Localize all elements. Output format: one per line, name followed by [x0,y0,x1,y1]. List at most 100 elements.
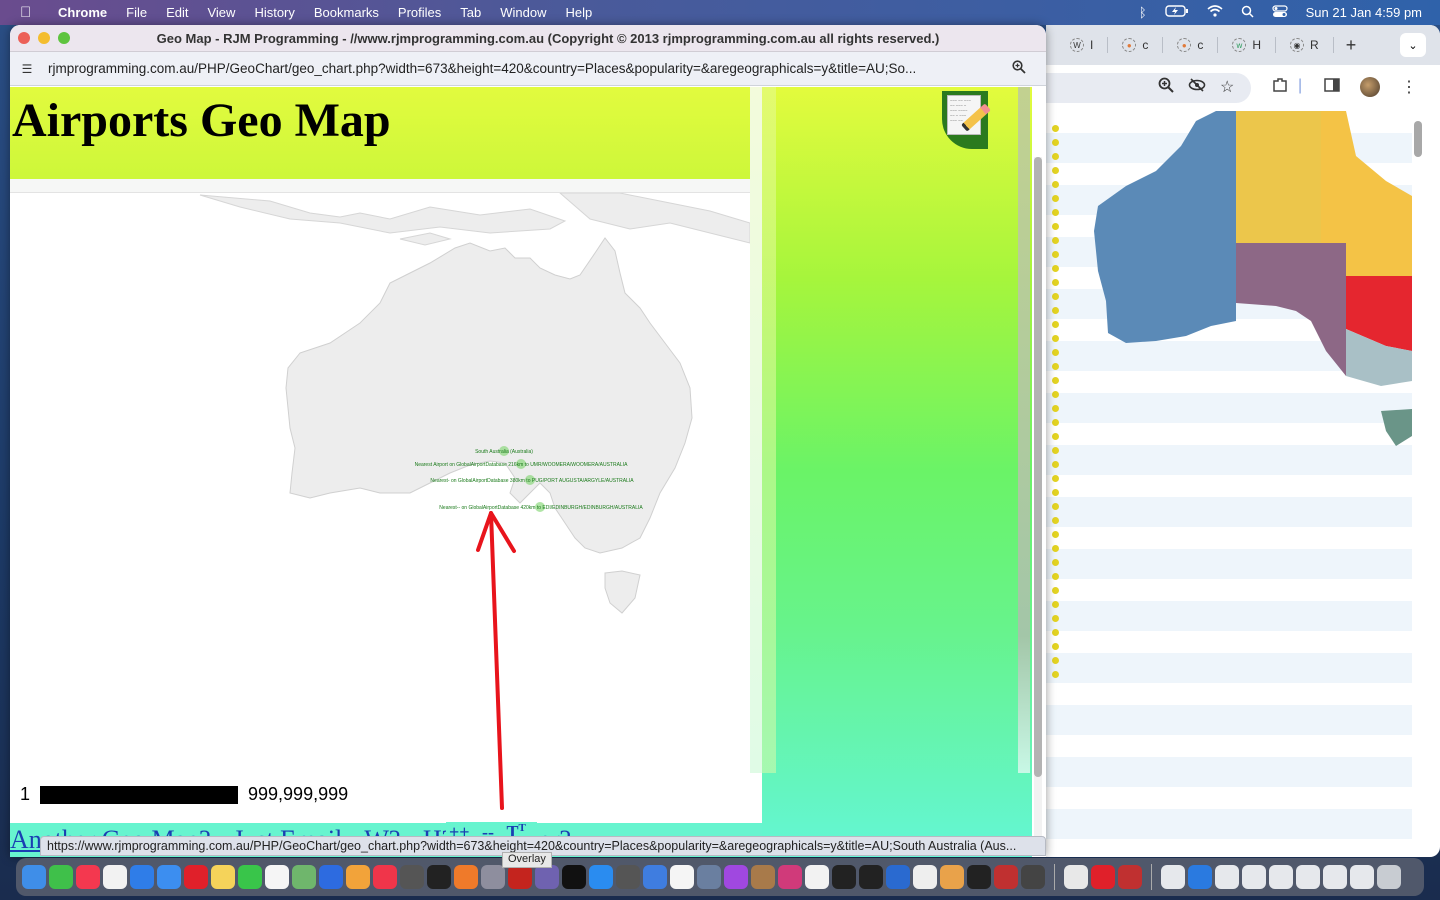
dock-app-script-editor[interactable] [1064,865,1088,889]
menu-file[interactable]: File [126,5,147,20]
extensions-icon[interactable] [1272,77,1288,98]
dock-app-window-6[interactable] [1350,865,1374,889]
dock-app-music[interactable] [76,865,100,889]
menu-edit[interactable]: Edit [166,5,188,20]
browser-tab[interactable]: wH [1218,37,1277,53]
more-menu-icon[interactable]: ⋮ [1401,77,1417,97]
dock-app-calculator[interactable] [616,865,640,889]
menu-help[interactable]: Help [566,5,593,20]
battery-charging-icon[interactable] [1164,5,1189,20]
dock-app-window-4[interactable] [1296,865,1320,889]
menu-window[interactable]: Window [500,5,546,20]
dock-app-console[interactable] [967,865,991,889]
dock-app-maps[interactable] [292,865,316,889]
geo-chart[interactable]: South Australia (Australia) Nearest Airp… [10,193,750,773]
browser-tab[interactable]: WI [1056,37,1109,53]
wifi-icon[interactable] [1207,5,1223,20]
side-panel-icon[interactable] [1324,77,1340,98]
bluetooth-icon[interactable]: ᛒ [1139,5,1147,20]
decorative-dot [1052,601,1059,608]
dock-app-messages[interactable] [49,865,73,889]
dock-app-chrome[interactable] [805,865,829,889]
dock-app-facetime[interactable] [238,865,262,889]
dock-app-cabri[interactable] [994,865,1018,889]
dock-app-xcode[interactable] [643,865,667,889]
dock-app-image-capture[interactable] [1161,865,1185,889]
dock-app-firefox[interactable] [454,865,478,889]
tab-label: c [1197,38,1204,52]
menu-history[interactable]: History [254,5,294,20]
menu-tab[interactable]: Tab [460,5,481,20]
window-titlebar[interactable]: Geo Map - RJM Programming - //www.rjmpro… [10,25,1046,52]
eye-off-icon[interactable] [1188,77,1206,98]
back-page-scrollbar[interactable] [1414,121,1422,157]
decorative-dot [1052,573,1059,580]
dock-app-news[interactable] [373,865,397,889]
tab-search-button[interactable]: ⌄ [1400,33,1426,57]
bookmark-star-icon[interactable]: ☆ [1220,77,1234,97]
inner-scrollbar[interactable] [1018,87,1030,773]
dock-app-trash[interactable] [1377,865,1401,889]
profile-avatar[interactable] [1360,77,1380,97]
dock-app-window-3[interactable] [1269,865,1293,889]
dock-app-bbedit[interactable] [535,865,559,889]
dock-app-pages[interactable] [913,865,937,889]
dock-app-gimp[interactable] [400,865,424,889]
landmass-tasmania [604,570,641,614]
dock-app-apple-tv[interactable] [562,865,586,889]
spotlight-search-icon[interactable] [1241,5,1254,21]
dock-app-terminal[interactable] [427,865,451,889]
dock-app-zoom[interactable] [319,865,343,889]
menu-chrome[interactable]: Chrome [58,5,107,20]
dock-app-opera-gx[interactable] [1091,865,1115,889]
decorative-dot [1052,587,1059,594]
browser-tab[interactable]: ● c [1163,37,1219,53]
dock-app-mail[interactable] [157,865,181,889]
dock-app-intellij-idea[interactable] [778,865,802,889]
dock-app-contacts[interactable] [751,865,775,889]
scrollbar-thumb[interactable] [1034,157,1042,777]
dock-app-paint[interactable] [940,865,964,889]
dock-app-window-1[interactable] [1215,865,1239,889]
dock-app-calendar[interactable] [670,865,694,889]
menu-view[interactable]: View [207,5,235,20]
new-tab-button[interactable]: + [1346,35,1357,56]
site-settings-icon[interactable]: ☰ [18,60,36,78]
tab-label: H [1252,38,1262,52]
dock-app-preview[interactable] [697,865,721,889]
page-scrollbar[interactable] [1034,157,1042,847]
dock-app-reminders[interactable] [103,865,127,889]
dock-app-window-5[interactable] [1323,865,1347,889]
dock-app-textedit[interactable] [265,865,289,889]
background-browser-window[interactable]: WI ● c ● c wH ◉ R + ⌄ ☆ | ⋮ [1046,25,1440,857]
dock-app-podcasts[interactable] [724,865,748,889]
zoom-icon[interactable] [1012,60,1032,77]
dock-app-quicktime[interactable] [886,865,910,889]
control-center-icon[interactable] [1272,4,1288,21]
browser-tab[interactable]: ◉ R [1276,37,1334,53]
menu-bookmarks[interactable]: Bookmarks [314,5,379,20]
menu-profiles[interactable]: Profiles [398,5,441,20]
dock-app-window-2[interactable] [1242,865,1266,889]
menubar-clock[interactable]: Sun 21 Jan 4:59 pm [1306,5,1422,20]
dock-app-inkscape[interactable] [832,865,856,889]
apple-menu-icon[interactable]:  [20,4,40,21]
dock-app-launchpad[interactable] [481,865,505,889]
dock-app-app-store[interactable] [589,865,613,889]
dock-app-filezilla[interactable] [508,865,532,889]
browser-tab[interactable]: ● c [1108,37,1164,53]
dock-app-safari[interactable] [130,865,154,889]
dock-app-terminal-2[interactable] [859,865,883,889]
tab-label: c [1142,38,1149,52]
url-field[interactable]: rjmprogramming.com.au/PHP/GeoChart/geo_c… [48,61,1012,76]
dock-app-photos[interactable] [346,865,370,889]
zoom-icon[interactable] [1158,77,1174,98]
notepad-pencil-icon[interactable]: ~~~ ~~ ~~~ ~~ ~~~ ~ ~~~ ~~~~ ~~ ~ ~~~ ~~~ ~~ [942,91,991,149]
dock-app-opera[interactable] [184,865,208,889]
dock-app-globe[interactable] [1188,865,1212,889]
region-tasmania [1381,409,1412,446]
dock-app-notes[interactable] [211,865,235,889]
dock-app-compass[interactable] [1118,865,1142,889]
dock-app-finder[interactable] [22,865,46,889]
dock-app-mastodon[interactable] [1021,865,1045,889]
